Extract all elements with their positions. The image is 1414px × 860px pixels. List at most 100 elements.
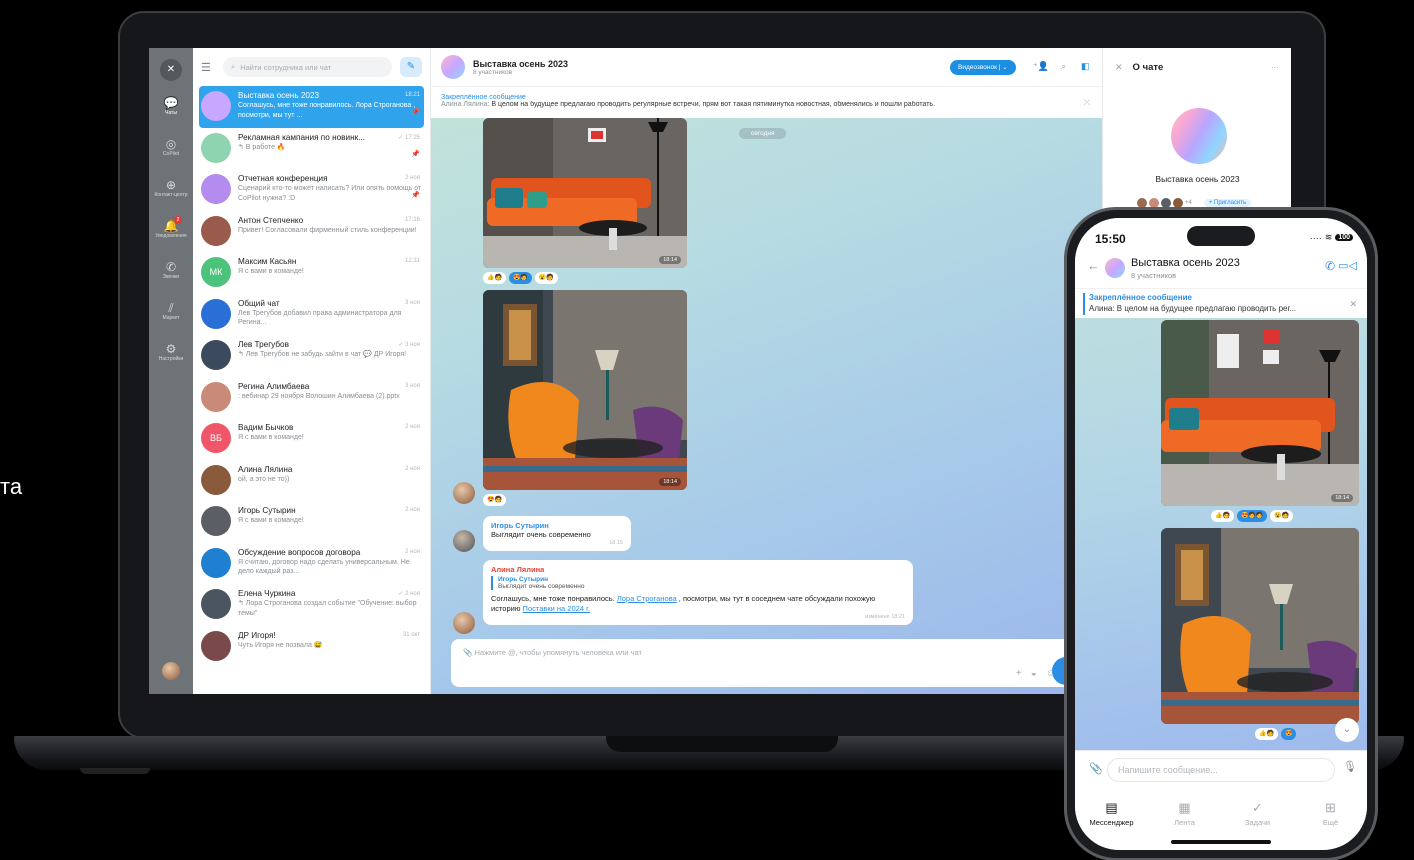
chat-list-item[interactable]: Отчетная конференция Сценарий кто-то може… <box>193 169 430 211</box>
sticker-icon[interactable]: ◒ <box>1031 668 1046 679</box>
filter-icon[interactable]: ☰ <box>201 61 215 74</box>
more-icon[interactable]: ··· <box>1271 63 1279 72</box>
profile-avatar[interactable] <box>162 662 180 680</box>
avatar <box>201 298 231 329</box>
chat-link[interactable]: Поставки на 2024 г. <box>523 604 590 613</box>
reaction-chip[interactable]: 😍🧑 <box>483 494 506 506</box>
mention-link[interactable]: Лора Строганова <box>617 594 677 603</box>
message-composer[interactable]: 📎 Нажмите @, чтобы упомянуть человека ил… <box>451 639 1075 687</box>
quoted-message[interactable]: Игорь Сутырин Выглядит очень современно <box>491 576 905 590</box>
tab-more[interactable]: ⊞ Ещё <box>1294 788 1367 850</box>
rail-item-contact-center[interactable]: ⊕ Контакт-центр <box>149 178 193 198</box>
video-camera-icon[interactable]: ▭◁ <box>1338 259 1357 272</box>
chat-time: 17:16 <box>404 216 420 223</box>
attach-icon[interactable]: 📎 <box>1089 762 1103 775</box>
reaction-chip[interactable]: 😮🧑 <box>1270 510 1294 522</box>
tab-messenger[interactable]: ▤ Мессенджер <box>1075 788 1148 850</box>
invite-button[interactable]: + Пригласить <box>1203 199 1252 207</box>
group-avatar[interactable] <box>1171 108 1227 164</box>
rail-item-label: Настройки <box>158 356 184 362</box>
back-arrow-icon[interactable]: ← <box>1087 258 1100 273</box>
reaction-chip[interactable]: 😍🧑🧑 <box>1236 510 1268 522</box>
chat-title[interactable]: Выставка осень 2023 <box>473 59 568 69</box>
message-input[interactable]: Напишите сообщение... <box>1107 758 1335 782</box>
chat-preview: Я с вами в команде! <box>238 268 304 275</box>
video-call-button[interactable]: Видеозвонок | ⌄ <box>950 60 1016 75</box>
rail-item-phone[interactable]: ✆ Звонки <box>149 260 193 280</box>
reaction-chip[interactable]: 😍🧑 <box>508 272 532 284</box>
reaction-chip[interactable]: 👍🧑 <box>1255 728 1278 740</box>
chat-list-item[interactable]: Елена Чуркина ↰ Лора Строганова создал со… <box>193 584 430 626</box>
chat-members-count[interactable]: 8 участников <box>473 69 568 76</box>
search-icon: ⌕ <box>231 62 236 71</box>
reaction-chip[interactable]: 👍🧑 <box>1211 510 1234 522</box>
chat-list-item[interactable]: Лев Трегубов ↰ Лев Трегубов не забудь зай… <box>193 335 430 377</box>
chat-list-item[interactable]: ДР Игоря! Чуть Игоря не позвала 😅 31 окт <box>193 626 430 668</box>
chat-avatar[interactable] <box>1105 258 1125 278</box>
chat-list-item[interactable]: МК Максим Касьян Я с вами в команде! 12:31 <box>193 252 430 294</box>
chat-list-item[interactable]: Общий чат Лев Трегубов добавил права адми… <box>193 294 430 336</box>
unpin-icon[interactable]: ⤬ <box>1084 98 1090 108</box>
chat-list-item[interactable]: Алина Лялина ой, а это не то)) 2 ноя <box>193 460 430 502</box>
avatar <box>201 630 231 661</box>
reaction-chip[interactable]: 👍🧑 <box>483 272 506 284</box>
chat-time: 3 ноя <box>405 382 420 389</box>
panel-toggle-icon[interactable]: ◧ <box>1081 61 1090 72</box>
image-message-chair[interactable] <box>1161 528 1359 724</box>
close-icon[interactable]: ✕ <box>1349 299 1357 310</box>
search-input[interactable]: ⌕ Найти сотрудника или чат <box>223 57 392 77</box>
image-message-sofa[interactable]: 18:14 <box>483 118 687 268</box>
phone-call-icon[interactable]: ✆ <box>1325 259 1335 273</box>
chat-list-item[interactable]: Обсуждение вопросов договора Я считаю, до… <box>193 543 430 585</box>
chat-list-item[interactable]: Регина Алимбаева: вебинар 29 ноября Воло… <box>193 377 430 419</box>
rail-item-chat[interactable]: 💬 Чаты <box>149 96 193 116</box>
chat-avatar[interactable] <box>441 55 465 79</box>
rail-item-market[interactable]: ⫽ Маркет <box>149 301 193 321</box>
message-bubble[interactable]: Алина Лялина Игорь Сутырин Выглядит очен… <box>483 560 913 625</box>
phone-pinned-bar[interactable]: Закреплённое сообщение Алина: В целом на… <box>1075 288 1367 318</box>
phone-chat-members[interactable]: 8 участников <box>1131 271 1176 280</box>
chat-list-item[interactable]: ВБ Вадим Бычков Я с вами в команде! 2 ноя <box>193 418 430 460</box>
chat-name: Игорь Сутырин <box>238 506 296 515</box>
add-user-icon[interactable]: ⁺👤 <box>1033 61 1049 72</box>
chat-list-item[interactable]: Выставка осень 2023 Соглашусь, мне тоже п… <box>199 86 424 128</box>
phone-chat-header: ← Выставка осень 2023 8 участников ✆ ▭◁ <box>1075 248 1367 288</box>
chat-list-item[interactable]: Антон Степченко Привет! Согласовали фирме… <box>193 211 430 253</box>
message-bubble[interactable]: Игорь Сутырин Выглядит очень современно … <box>483 516 631 551</box>
compose-button[interactable]: ✎ <box>400 57 422 77</box>
image-message-chair[interactable]: 18:14 <box>483 290 687 490</box>
nav-rail: ✕ 💬 Чаты ◎ CoPilot ⊕ Контакт-центр 🔔 Уведомлени… <box>149 48 193 694</box>
rail-item-gear[interactable]: ⚙ Настройки <box>149 342 193 362</box>
avatar[interactable] <box>453 612 475 634</box>
message-author[interactable]: Игорь Сутырин <box>491 521 623 530</box>
close-icon[interactable]: ✕ <box>160 59 182 81</box>
chat-name: Общий чат <box>238 298 280 308</box>
avatar <box>201 174 231 204</box>
microphone-icon[interactable]: 🎙 <box>1343 760 1357 773</box>
attach-icon[interactable]: 📎 <box>463 648 472 657</box>
scroll-down-button[interactable]: ⌄ <box>1335 718 1359 742</box>
rail-item-bell[interactable]: 🔔 Уведомления 2 <box>149 216 193 239</box>
contact-center-icon: ⊕ <box>165 178 177 192</box>
chat-name: Максим Касьян <box>238 257 297 266</box>
phone-chat-title[interactable]: Выставка осень 2023 <box>1131 257 1240 269</box>
chat-preview: Привет! Согласовали фирменный стиль конф… <box>238 226 417 234</box>
avatar[interactable] <box>453 530 475 552</box>
avatar[interactable] <box>453 482 475 504</box>
close-icon[interactable]: ✕ <box>1115 62 1123 73</box>
reaction-chip[interactable]: 😍 <box>1280 728 1297 740</box>
rail-item-label: Звонки <box>162 274 180 280</box>
reaction-chip[interactable]: 😮🧑 <box>534 272 558 284</box>
bell-icon: 🔔 <box>163 219 179 233</box>
plus-icon[interactable]: + <box>1016 668 1031 679</box>
composer-placeholder: 📎 Нажмите @, чтобы упомянуть человека ил… <box>463 648 642 657</box>
rail-item-copilot[interactable]: ◎ CoPilot <box>149 137 193 157</box>
pinned-message-bar[interactable]: Закреплённое сообщение Алина Лялина: В ц… <box>431 86 1102 118</box>
market-icon: ⫽ <box>168 301 174 315</box>
chat-list-item[interactable]: Рекламная кампания по новинк... ↰ В работ… <box>193 128 430 170</box>
search-icon[interactable]: ⌕ <box>1061 61 1066 72</box>
chat-list-item[interactable]: Игорь Сутырин Я с вами в команде! 2 ноя <box>193 501 430 543</box>
image-message-sofa[interactable]: 18:14 <box>1161 320 1359 506</box>
message-author[interactable]: Алина Лялина <box>491 565 905 574</box>
pinned-body: В целом на будущее предлагаю проводить р… <box>491 101 936 108</box>
